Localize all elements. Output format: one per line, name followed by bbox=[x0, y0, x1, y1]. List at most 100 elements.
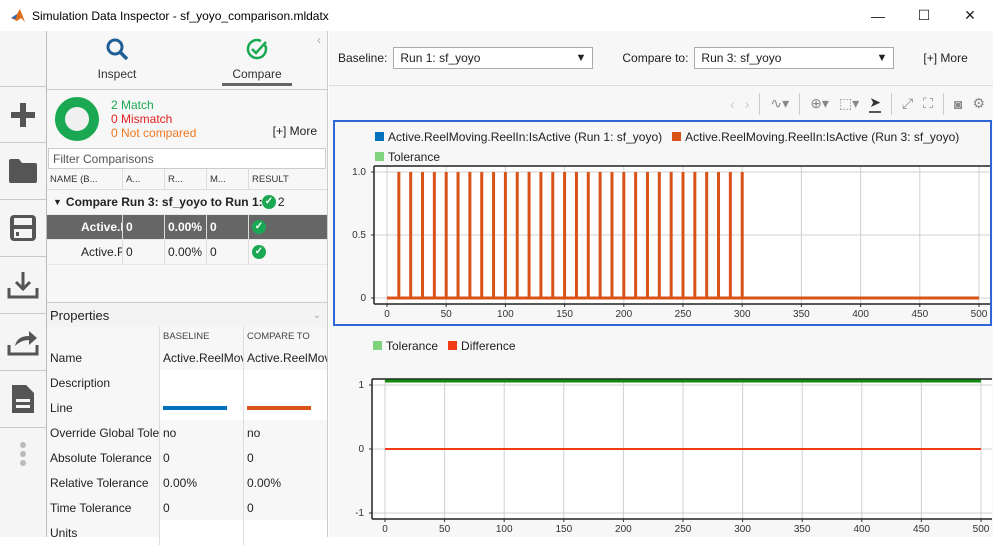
match-count: 2 Match bbox=[111, 98, 154, 112]
fit-view-icon[interactable]: ⬚▾ bbox=[839, 95, 859, 112]
difference-plot-svg[interactable]: 0 50 100 150 200 250 300 350 400 450 500 -1 0 1 bbox=[333, 357, 992, 537]
baseline-value[interactable] bbox=[159, 370, 243, 395]
signal-name: Active.ReelMoving.ReelIn:IsActive bbox=[47, 239, 123, 265]
x-tick-label: 250 bbox=[675, 524, 692, 535]
baseline-value[interactable]: no bbox=[159, 420, 243, 445]
legend-entry[interactable]: Difference bbox=[448, 336, 516, 356]
signal-pulse bbox=[657, 172, 661, 298]
signal-pulse bbox=[503, 172, 507, 298]
property-row: Name Active.ReelMoving.ReelIn:IsActiveAct… bbox=[47, 345, 327, 370]
tab-inspect[interactable]: Inspect bbox=[47, 31, 187, 89]
minimize-button[interactable]: — bbox=[855, 0, 901, 31]
baseline-line-swatch[interactable] bbox=[159, 395, 243, 420]
window-title: Simulation Data Inspector - sf_yoyo_comp… bbox=[32, 8, 329, 23]
save-button[interactable] bbox=[0, 200, 46, 257]
collapse-panel-icon[interactable]: ‹ bbox=[317, 33, 321, 47]
baseline-value[interactable]: 0.00% bbox=[159, 470, 243, 495]
signal-pulse bbox=[705, 172, 709, 298]
import-icon bbox=[7, 272, 39, 299]
col-result[interactable]: RESULT bbox=[249, 169, 327, 189]
baseline-value[interactable]: 0 bbox=[159, 495, 243, 520]
x-tick-label: 400 bbox=[852, 309, 869, 320]
baseline-value: Active.ReelMoving.ReelIn:IsActive bbox=[159, 345, 243, 370]
compare-line-swatch[interactable] bbox=[243, 395, 327, 420]
signal-style-icon[interactable]: ∿▾ bbox=[770, 95, 789, 112]
export-button[interactable] bbox=[0, 314, 46, 371]
baseline-select[interactable]: Run 1: sf_yoyo ▼ bbox=[393, 47, 594, 69]
controls-more-link[interactable]: [+] More bbox=[923, 51, 967, 65]
forward-icon[interactable]: › bbox=[745, 96, 750, 112]
compare-value[interactable]: 0 bbox=[243, 495, 327, 520]
property-row: Description bbox=[47, 370, 327, 395]
x-tick-label: 400 bbox=[853, 524, 870, 535]
signal-pulse bbox=[740, 172, 744, 298]
cursor-icon[interactable]: ➤ bbox=[869, 94, 881, 113]
tab-compare[interactable]: Compare bbox=[187, 31, 327, 89]
property-key: Name bbox=[50, 350, 83, 365]
y-tick-label: 0 bbox=[360, 293, 366, 304]
y-tick-label: 1 bbox=[358, 380, 364, 391]
close-button[interactable]: ✕ bbox=[947, 0, 993, 31]
properties-header[interactable]: Properties ⌄ bbox=[47, 303, 327, 327]
open-button[interactable] bbox=[0, 143, 46, 200]
chevron-down-icon[interactable]: ⌄ bbox=[313, 310, 321, 321]
summary-more-link[interactable]: [+] More bbox=[273, 124, 317, 138]
mode-tabs: Inspect Compare ‹ bbox=[47, 31, 327, 90]
signal-plot[interactable]: Active.ReelMoving.ReelIn:IsActive (Run 1… bbox=[333, 120, 992, 326]
property-key: Absolute Tolerance bbox=[50, 450, 152, 465]
x-tick-label: 150 bbox=[555, 524, 572, 535]
report-button[interactable] bbox=[0, 371, 46, 428]
plot-toolbar: ‹ › ∿▾ ⊕▾ ⬚▾ ➤ ⤢ ⛶ ◙ ⚙ bbox=[329, 86, 993, 121]
signal-name: Active.ReelMoving.ReelIn:IsActive bbox=[47, 214, 123, 240]
group-label: Compare Run 3: sf_yoyo to Run 1: sf_yoyo bbox=[65, 195, 262, 209]
table-row[interactable]: Active.ReelMoving.ReelIn:IsActive 0 0.00… bbox=[47, 214, 327, 240]
settings-icon[interactable]: ⚙ bbox=[972, 95, 985, 112]
zoom-in-icon[interactable]: ⊕▾ bbox=[810, 95, 829, 112]
compare-to-select[interactable]: Run 3: sf_yoyo ▼ bbox=[694, 47, 895, 69]
grid-empty-space bbox=[47, 265, 327, 303]
tab-inspect-label: Inspect bbox=[97, 67, 137, 81]
expand-caret-icon[interactable]: ▼ bbox=[53, 197, 62, 207]
x-tick-label: 500 bbox=[971, 309, 988, 320]
compare-value[interactable] bbox=[243, 370, 327, 395]
maximize-button[interactable]: ☐ bbox=[901, 0, 947, 31]
compare-value[interactable]: 0.00% bbox=[243, 470, 327, 495]
x-tick-label: 50 bbox=[439, 524, 451, 535]
fullscreen-icon[interactable]: ⛶ bbox=[923, 95, 933, 112]
snapshot-icon[interactable]: ◙ bbox=[954, 96, 962, 112]
y-tick-label: 1.0 bbox=[352, 167, 366, 178]
col-abs-tol[interactable]: A... bbox=[123, 169, 165, 189]
new-session-button[interactable] bbox=[0, 86, 46, 143]
difference-plot[interactable]: Tolerance Difference 0 50 100 150 200 250 300 3… bbox=[333, 333, 992, 537]
rel-tol: 0.00% bbox=[165, 214, 207, 240]
baseline-value[interactable]: 0 bbox=[159, 445, 243, 470]
tab-compare-label: Compare bbox=[222, 67, 292, 86]
max-diff: 0 bbox=[207, 214, 249, 240]
compare-value[interactable]: 0 bbox=[243, 445, 327, 470]
comparison-group-row[interactable]: ▼ Compare Run 3: sf_yoyo to Run 1: sf_yo… bbox=[47, 190, 327, 215]
property-row: Override Global Tolerancenono bbox=[47, 420, 327, 445]
dropdown-arrow-icon: ▼ bbox=[575, 52, 587, 64]
difference-plot-legend: Tolerance Difference bbox=[333, 333, 992, 356]
legend-entry[interactable]: Active.ReelMoving.ReelIn:IsActive (Run 1… bbox=[375, 127, 662, 147]
legend-entry[interactable]: Active.ReelMoving.ReelIn:IsActive (Run 3… bbox=[672, 127, 959, 147]
compare-value[interactable] bbox=[243, 520, 327, 545]
filter-comparisons-input[interactable]: Filter Comparisons bbox=[48, 148, 326, 169]
property-key: Description bbox=[50, 375, 111, 390]
col-max-diff[interactable]: M... bbox=[207, 169, 249, 189]
x-tick-label: 450 bbox=[911, 309, 928, 320]
col-rel-tol[interactable]: R... bbox=[165, 169, 207, 189]
col-name[interactable]: NAME (B... bbox=[47, 169, 123, 189]
legend-entry[interactable]: Tolerance bbox=[373, 336, 438, 356]
baseline-value[interactable] bbox=[159, 520, 243, 545]
table-row[interactable]: Active.ReelMoving.ReelIn:IsActive 0 0.00… bbox=[47, 239, 327, 265]
compare-value[interactable]: no bbox=[243, 420, 327, 445]
more-dots-icon[interactable] bbox=[0, 442, 46, 466]
signal-plot-svg[interactable]: 0 50 100 150 200 250 300 350 400 450 500 0 0.5 1.0 bbox=[335, 164, 990, 324]
signal-pulse bbox=[515, 172, 519, 298]
expand-icon[interactable]: ⤢ bbox=[902, 95, 913, 112]
run-selectors: Baseline: Run 1: sf_yoyo ▼ Compare to: Ru… bbox=[329, 31, 993, 86]
signal-pulse bbox=[586, 172, 590, 298]
import-button[interactable] bbox=[0, 257, 46, 314]
back-icon[interactable]: ‹ bbox=[730, 96, 735, 112]
